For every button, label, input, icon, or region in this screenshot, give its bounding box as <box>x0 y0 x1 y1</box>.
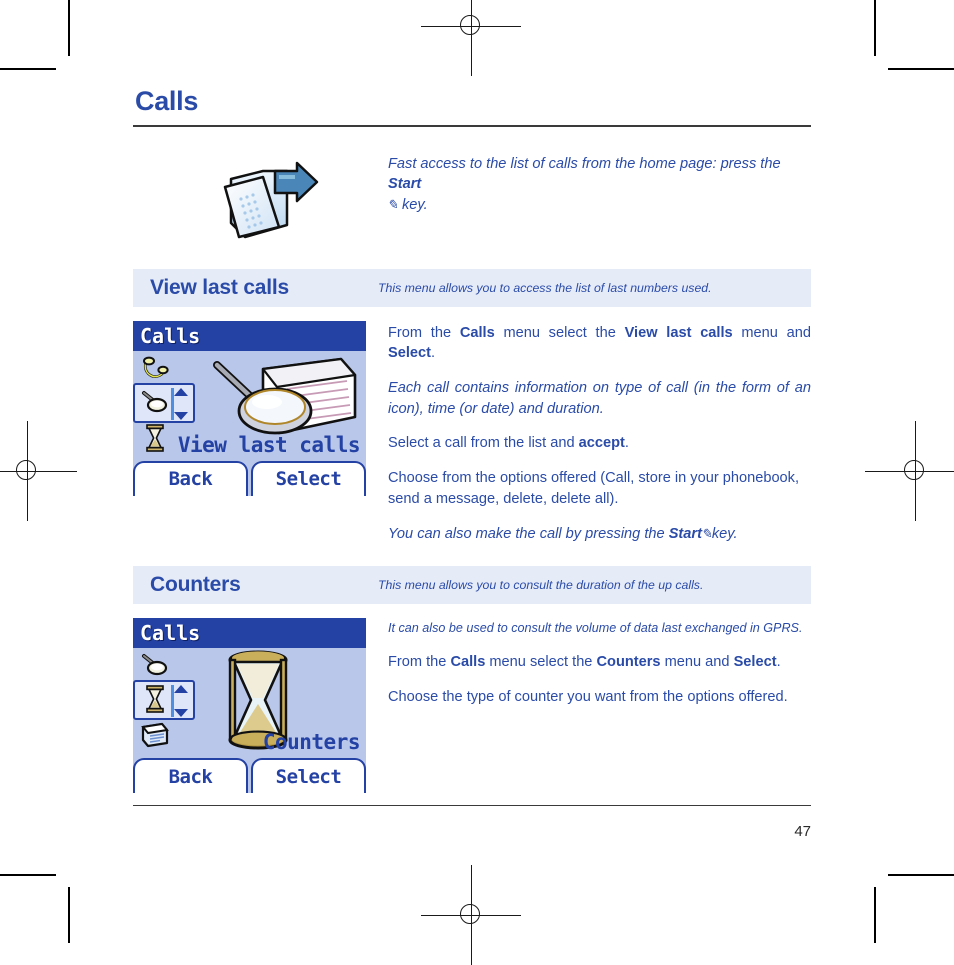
menu-icon-rail-2 <box>133 648 195 758</box>
phone-screen-title-1: Calls <box>133 320 366 351</box>
crop-mark-bottom-left-v <box>68 887 70 943</box>
phone-screen-label-2: Counters <box>262 730 361 755</box>
run-bold-counters: Counters <box>596 654 661 671</box>
paragraph-2-1: It can also be used to consult the volum… <box>388 621 803 636</box>
run-bold-calls: Calls <box>459 324 495 341</box>
handset-ring-icon <box>137 351 173 385</box>
run-bold-accept: accept <box>578 435 625 452</box>
section-title-counters: Counters <box>150 573 241 597</box>
scroll-up-arrow-icon[interactable] <box>174 685 188 694</box>
softkey-select-1[interactable]: Select <box>251 460 366 496</box>
title-rule <box>133 125 811 127</box>
paragraph-1-3: Select a call from the list and accept. <box>388 433 811 454</box>
crop-mark-top-left-v <box>68 0 70 56</box>
registration-mark-right <box>865 421 954 521</box>
softkey-select-2[interactable]: Select <box>251 758 366 794</box>
phone-softkeys-2: Back Select <box>133 758 366 794</box>
softkey-back-1[interactable]: Back <box>133 460 248 496</box>
crop-mark-bottom-left-h <box>0 874 56 876</box>
registration-mark-bottom <box>421 865 521 965</box>
scroll-arrows-1[interactable] <box>172 387 190 420</box>
section-body-view-last-calls: Calls View last calls Back Select From t… <box>133 320 811 545</box>
folder-arrow-icon <box>133 151 388 242</box>
run: . <box>624 435 629 452</box>
screenshot-column-2: Calls Counters Back Select <box>133 618 388 794</box>
intro-text-start: Start <box>388 176 422 193</box>
scroll-up-arrow-icon[interactable] <box>174 387 188 396</box>
scroll-arrows-2[interactable] <box>172 685 190 718</box>
phone-handset-icon <box>137 648 173 682</box>
phone-screen-view-last-calls: Calls View last calls Back Select <box>133 320 366 496</box>
crop-mark-top-left-h <box>0 68 56 70</box>
section-subtitle-view-last-calls: This menu allows you to access the list … <box>378 280 712 295</box>
run: menu and <box>732 324 811 341</box>
paragraph-1-4: Choose from the options offered (Call, s… <box>388 470 800 507</box>
section-text-view-last-calls: From the Calls menu select the View last… <box>388 321 811 545</box>
screenshot-column-1: Calls View last calls Back Select <box>133 320 388 496</box>
crop-mark-bottom-right-h <box>888 874 954 876</box>
section-subtitle-counters: This menu allows you to consult the dura… <box>378 578 704 593</box>
registration-mark-top <box>421 0 521 76</box>
section-band-view-last-calls: View last calls This menu allows you to … <box>133 268 811 307</box>
phone-screen-title-2: Calls <box>133 618 366 649</box>
phone-screen-label-1: View last calls <box>177 432 361 457</box>
phone-screen-body-1: View last calls <box>133 351 366 461</box>
run: Select a call from the list and <box>388 435 579 452</box>
paragraph-1-2: Each call contains information on type o… <box>388 379 811 417</box>
hourglass-icon <box>137 682 173 716</box>
paragraph-1-1: From the Calls menu select the View last… <box>388 323 811 364</box>
phone-screen-body-2: Counters <box>133 648 366 758</box>
page-number: 47 <box>794 823 811 840</box>
paragraph-1-5: You can also make the call by pressing t… <box>388 524 811 545</box>
run: From the <box>388 324 460 341</box>
phone-screen-counters: Calls Counters Back Select <box>133 618 366 794</box>
paragraph-2-3: Choose the type of counter you want from… <box>388 688 788 705</box>
section-text-counters: It can also be used to consult the volum… <box>388 618 811 707</box>
page-title: Calls <box>135 86 199 116</box>
run: . <box>776 654 781 671</box>
section-body-counters: Calls Counters Back Select It can also b… <box>133 618 811 794</box>
run: You can also make the call by pressing t… <box>388 525 669 542</box>
paragraph-2-2: From the Calls menu select the Counters … <box>388 652 811 673</box>
scroll-down-arrow-icon[interactable] <box>174 411 188 420</box>
run: From the <box>388 654 451 671</box>
printed-page: Calls Fast access to the list of calls f… <box>0 0 954 965</box>
run: menu select the <box>494 324 625 341</box>
phone-softkeys-1: Back Select <box>133 460 366 496</box>
run-bold-viewlastcalls: View last calls <box>624 324 733 341</box>
crop-mark-top-right-v <box>874 0 876 56</box>
notepad-icon <box>137 718 173 752</box>
run: key. <box>711 525 738 542</box>
intro-text-part3: key. <box>397 196 428 213</box>
run: . <box>431 345 436 362</box>
run-bold-start: Start <box>668 525 702 542</box>
registration-mark-left <box>0 421 77 521</box>
page-content: Calls Fast access to the list of calls f… <box>133 86 811 794</box>
intro-text: Fast access to the list of calls from th… <box>387 151 811 216</box>
run-bold-calls: Calls <box>450 654 486 671</box>
run: menu and <box>660 654 734 671</box>
crop-mark-top-right-h <box>888 68 954 70</box>
footer-rule <box>133 805 811 807</box>
hourglass-icon <box>137 421 173 455</box>
crop-mark-bottom-right-v <box>874 887 876 943</box>
intro-block: Fast access to the list of calls from th… <box>133 151 811 247</box>
run: menu select the <box>485 654 597 671</box>
intro-text-part1: Fast access to the list of calls from th… <box>388 155 781 172</box>
phone-handset-icon <box>137 385 173 419</box>
scroll-down-arrow-icon[interactable] <box>174 709 188 718</box>
softkey-back-2[interactable]: Back <box>133 758 248 794</box>
section-band-counters: Counters This menu allows you to consult… <box>133 566 811 605</box>
section-title-view-last-calls: View last calls <box>150 275 290 299</box>
run-bold-select: Select <box>733 654 777 671</box>
run-bold-select: Select <box>388 345 431 362</box>
